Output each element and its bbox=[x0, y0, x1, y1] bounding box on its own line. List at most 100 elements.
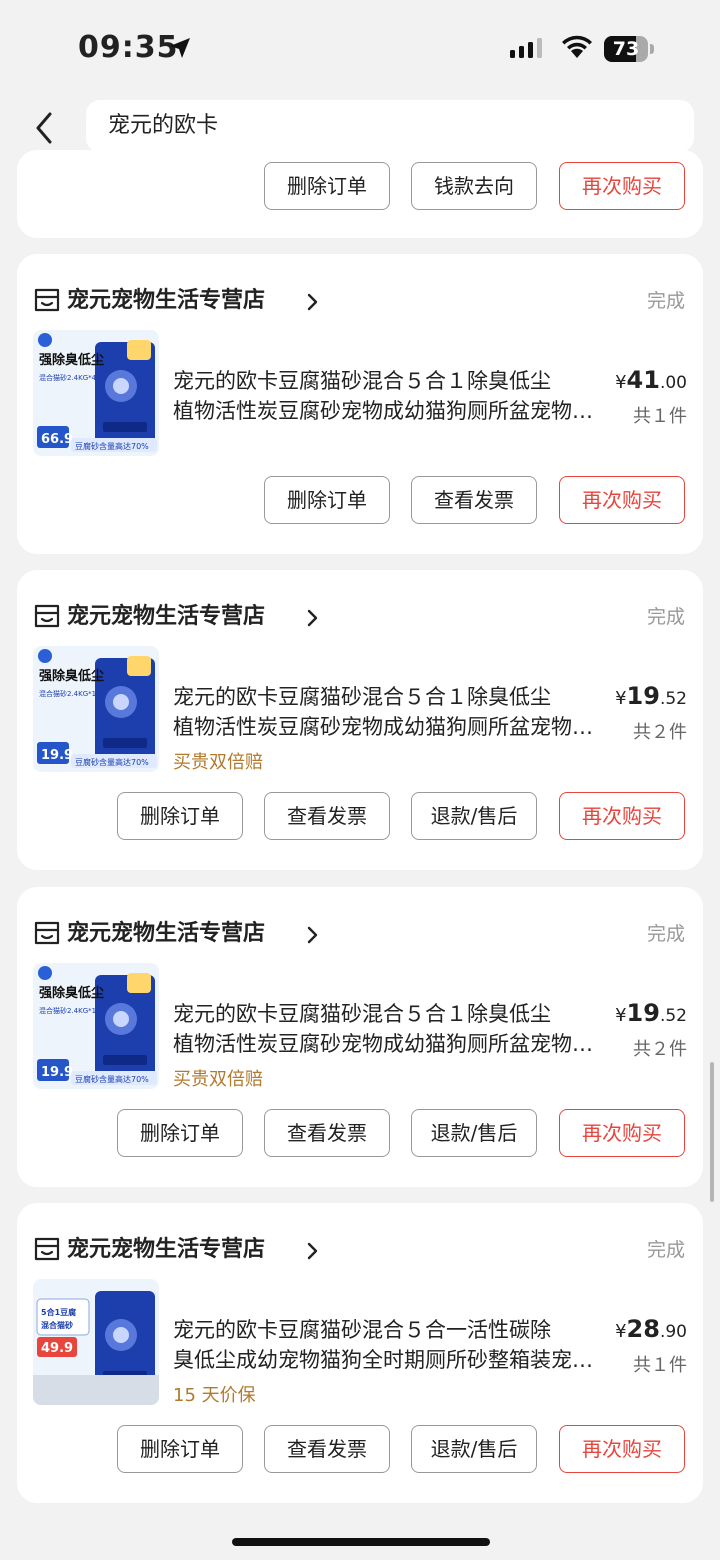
quantity: 共２件 bbox=[633, 1039, 687, 1060]
payment-flow-button[interactable]: 钱款去向 bbox=[411, 162, 537, 210]
view-invoice-button[interactable]: 查看发票 bbox=[411, 476, 537, 524]
search-query: 宠元的欧卡 bbox=[108, 113, 219, 138]
buy-again-button[interactable]: 再次购买 bbox=[559, 162, 685, 210]
shop-name: 宠元宠物生活专营店 bbox=[67, 288, 266, 313]
product-image[interactable]: 5合1豆腐混合猫砂 49.9 bbox=[33, 1279, 159, 1405]
thumb-bottom: 豆腐砂含量高达70% bbox=[75, 757, 149, 767]
order-status: 完成 bbox=[646, 290, 685, 312]
delete-order-button[interactable]: 删除订单 bbox=[117, 792, 243, 840]
cellular-signal-icon bbox=[510, 38, 542, 58]
svg-text:混合猫砂: 混合猫砂 bbox=[41, 1320, 73, 1330]
location-arrow-icon bbox=[170, 38, 190, 58]
order-card: 宠元宠物生活专营店 完成 5合1豆腐混合猫砂 49.9 宠元的欧卡豆腐猫砂混合５合一活性… bbox=[17, 1203, 703, 1503]
status-bar: 09:35 73 bbox=[0, 0, 720, 92]
delete-order-button[interactable]: 删除订单 bbox=[117, 1109, 243, 1157]
currency-symbol: ¥ bbox=[615, 372, 627, 393]
shop-name: 宠元宠物生活专营店 bbox=[67, 1237, 266, 1262]
product-title-line1: 宠元的欧卡豆腐猫砂混合５合１除臭低尘 bbox=[173, 369, 551, 393]
shop-link[interactable]: 宠元宠物生活专营店 bbox=[33, 284, 683, 318]
order-card: 宠元宠物生活专营店 完成强除臭低尘混合猫砂2.4KG*1袋 19.9 豆腐砂含量高达7… bbox=[17, 570, 703, 870]
currency-symbol: ¥ bbox=[615, 1005, 627, 1026]
store-icon bbox=[34, 1237, 60, 1261]
store-icon bbox=[34, 921, 60, 945]
shop-link[interactable]: 宠元宠物生活专营店 bbox=[33, 600, 683, 634]
thumb-price: 19.9 bbox=[41, 1065, 73, 1080]
battery-indicator: 73 bbox=[604, 36, 656, 62]
quantity: 共２件 bbox=[633, 722, 687, 743]
thumb-headline: 5合1豆腐 bbox=[41, 1307, 76, 1317]
product-title-line1: 宠元的欧卡豆腐猫砂混合５合１除臭低尘 bbox=[173, 685, 551, 709]
thumb-headline: 强除臭低尘 bbox=[39, 668, 104, 684]
shop-link[interactable]: 宠元宠物生活专营店 bbox=[33, 917, 683, 951]
product-image[interactable]: 强除臭低尘混合猫砂2.4KG*4袋 66.9 豆腐砂含量高达70% bbox=[33, 330, 159, 456]
product-title-line2: 植物活性炭豆腐砂宠物成幼猫狗厕所盆宠物清洁用品 bbox=[173, 399, 593, 423]
currency-symbol: ¥ bbox=[615, 688, 627, 709]
store-icon bbox=[34, 604, 60, 628]
chevron-right-icon bbox=[307, 926, 318, 944]
thumb-headline: 强除臭低尘 bbox=[39, 985, 104, 1001]
home-indicator[interactable] bbox=[232, 1538, 490, 1546]
thumb-bottom: 豆腐砂含量高达70% bbox=[75, 1074, 149, 1084]
price-decimal: .00 bbox=[659, 373, 687, 393]
refund-aftersale-button[interactable]: 退款/售后 bbox=[411, 1425, 537, 1473]
price: ¥19.52 bbox=[615, 999, 687, 1027]
order-status: 完成 bbox=[646, 606, 685, 628]
price-integer: 19 bbox=[626, 682, 660, 710]
price: ¥28.90 bbox=[615, 1315, 687, 1343]
back-arrow-icon[interactable] bbox=[30, 108, 60, 148]
thumb-price: 49.9 bbox=[41, 1341, 73, 1356]
search-bar[interactable]: 宠元的欧卡 bbox=[86, 100, 694, 152]
buy-again-button[interactable]: 再次购买 bbox=[559, 1425, 685, 1473]
product-title-line2: 植物活性炭豆腐砂宠物成幼猫狗厕所盆宠物清洁用品 bbox=[173, 715, 593, 739]
price-decimal: .90 bbox=[659, 1322, 687, 1342]
product-title[interactable]: 宠元的欧卡豆腐猫砂混合５合１除臭低尘植物活性炭豆腐砂宠物成幼猫狗厕所盆宠物清洁用… bbox=[173, 682, 593, 742]
order-status: 完成 bbox=[646, 1239, 685, 1261]
shop-name: 宠元宠物生活专营店 bbox=[67, 604, 266, 629]
thumb-price: 66.9 bbox=[41, 432, 73, 447]
shop-link[interactable]: 宠元宠物生活专营店 bbox=[33, 1233, 683, 1267]
chevron-right-icon bbox=[307, 609, 318, 627]
refund-aftersale-button[interactable]: 退款/售后 bbox=[411, 792, 537, 840]
delete-order-button[interactable]: 删除订单 bbox=[117, 1425, 243, 1473]
product-image[interactable]: 强除臭低尘混合猫砂2.4KG*1袋 19.9 豆腐砂含量高达70% bbox=[33, 963, 159, 1089]
buy-again-button[interactable]: 再次购买 bbox=[559, 1109, 685, 1157]
view-invoice-button[interactable]: 查看发票 bbox=[264, 1425, 390, 1473]
scroll-indicator bbox=[710, 1062, 714, 1202]
product-title-line2: 臭低尘成幼宠物猫狗全时期厕所砂整箱装宠物用品 bbox=[173, 1348, 593, 1372]
price-decimal: .52 bbox=[659, 1006, 687, 1026]
price-decimal: .52 bbox=[659, 689, 687, 709]
product-title-line1: 宠元的欧卡豆腐猫砂混合５合一活性碳除 bbox=[173, 1318, 551, 1342]
clock: 09:35 bbox=[78, 30, 179, 65]
thumb-spec: 混合猫砂2.4KG*1袋 bbox=[39, 1006, 103, 1015]
refund-aftersale-button[interactable]: 退款/售后 bbox=[411, 1109, 537, 1157]
product-title-line2: 植物活性炭豆腐砂宠物成幼猫狗厕所盆宠物清洁用品 bbox=[173, 1032, 593, 1056]
delete-order-button[interactable]: 删除订单 bbox=[264, 162, 390, 210]
battery-level: 73 bbox=[612, 38, 640, 60]
promo-tag: 15 天价保 bbox=[173, 1385, 256, 1406]
thumb-spec: 混合猫砂2.4KG*1袋 bbox=[39, 689, 103, 698]
product-title[interactable]: 宠元的欧卡豆腐猫砂混合５合１除臭低尘植物活性炭豆腐砂宠物成幼猫狗厕所盆宠物清洁用… bbox=[173, 366, 593, 426]
product-title[interactable]: 宠元的欧卡豆腐猫砂混合５合一活性碳除臭低尘成幼宠物猫狗全时期厕所砂整箱装宠物用品 bbox=[173, 1315, 593, 1375]
order-card: 宠元宠物生活专营店 完成强除臭低尘混合猫砂2.4KG*4袋 66.9 豆腐砂含量高达7… bbox=[17, 254, 703, 554]
price-integer: 28 bbox=[626, 1315, 660, 1343]
view-invoice-button[interactable]: 查看发票 bbox=[264, 792, 390, 840]
price: ¥41.00 bbox=[615, 366, 687, 394]
quantity: 共１件 bbox=[633, 1355, 687, 1376]
buy-again-button[interactable]: 再次购买 bbox=[559, 792, 685, 840]
buy-again-button[interactable]: 再次购买 bbox=[559, 476, 685, 524]
chevron-right-icon bbox=[307, 293, 318, 311]
thumb-headline: 强除臭低尘 bbox=[39, 352, 104, 368]
order-status: 完成 bbox=[646, 923, 685, 945]
thumb-price: 19.9 bbox=[41, 748, 73, 763]
view-invoice-button[interactable]: 查看发票 bbox=[264, 1109, 390, 1157]
price: ¥19.52 bbox=[615, 682, 687, 710]
thumb-spec: 混合猫砂2.4KG*4袋 bbox=[39, 373, 103, 382]
order-card: 宠元宠物生活专营店 完成强除臭低尘混合猫砂2.4KG*1袋 19.9 豆腐砂含量高达7… bbox=[17, 887, 703, 1187]
wifi-icon bbox=[562, 35, 592, 58]
product-image[interactable]: 强除臭低尘混合猫砂2.4KG*1袋 19.9 豆腐砂含量高达70% bbox=[33, 646, 159, 772]
delete-order-button[interactable]: 删除订单 bbox=[264, 476, 390, 524]
price-integer: 41 bbox=[626, 366, 660, 394]
thumb-bottom: 豆腐砂含量高达70% bbox=[75, 441, 149, 451]
order-card-partial: 删除订单 钱款去向 再次购买 bbox=[17, 150, 703, 238]
product-title[interactable]: 宠元的欧卡豆腐猫砂混合５合１除臭低尘植物活性炭豆腐砂宠物成幼猫狗厕所盆宠物清洁用… bbox=[173, 999, 593, 1059]
